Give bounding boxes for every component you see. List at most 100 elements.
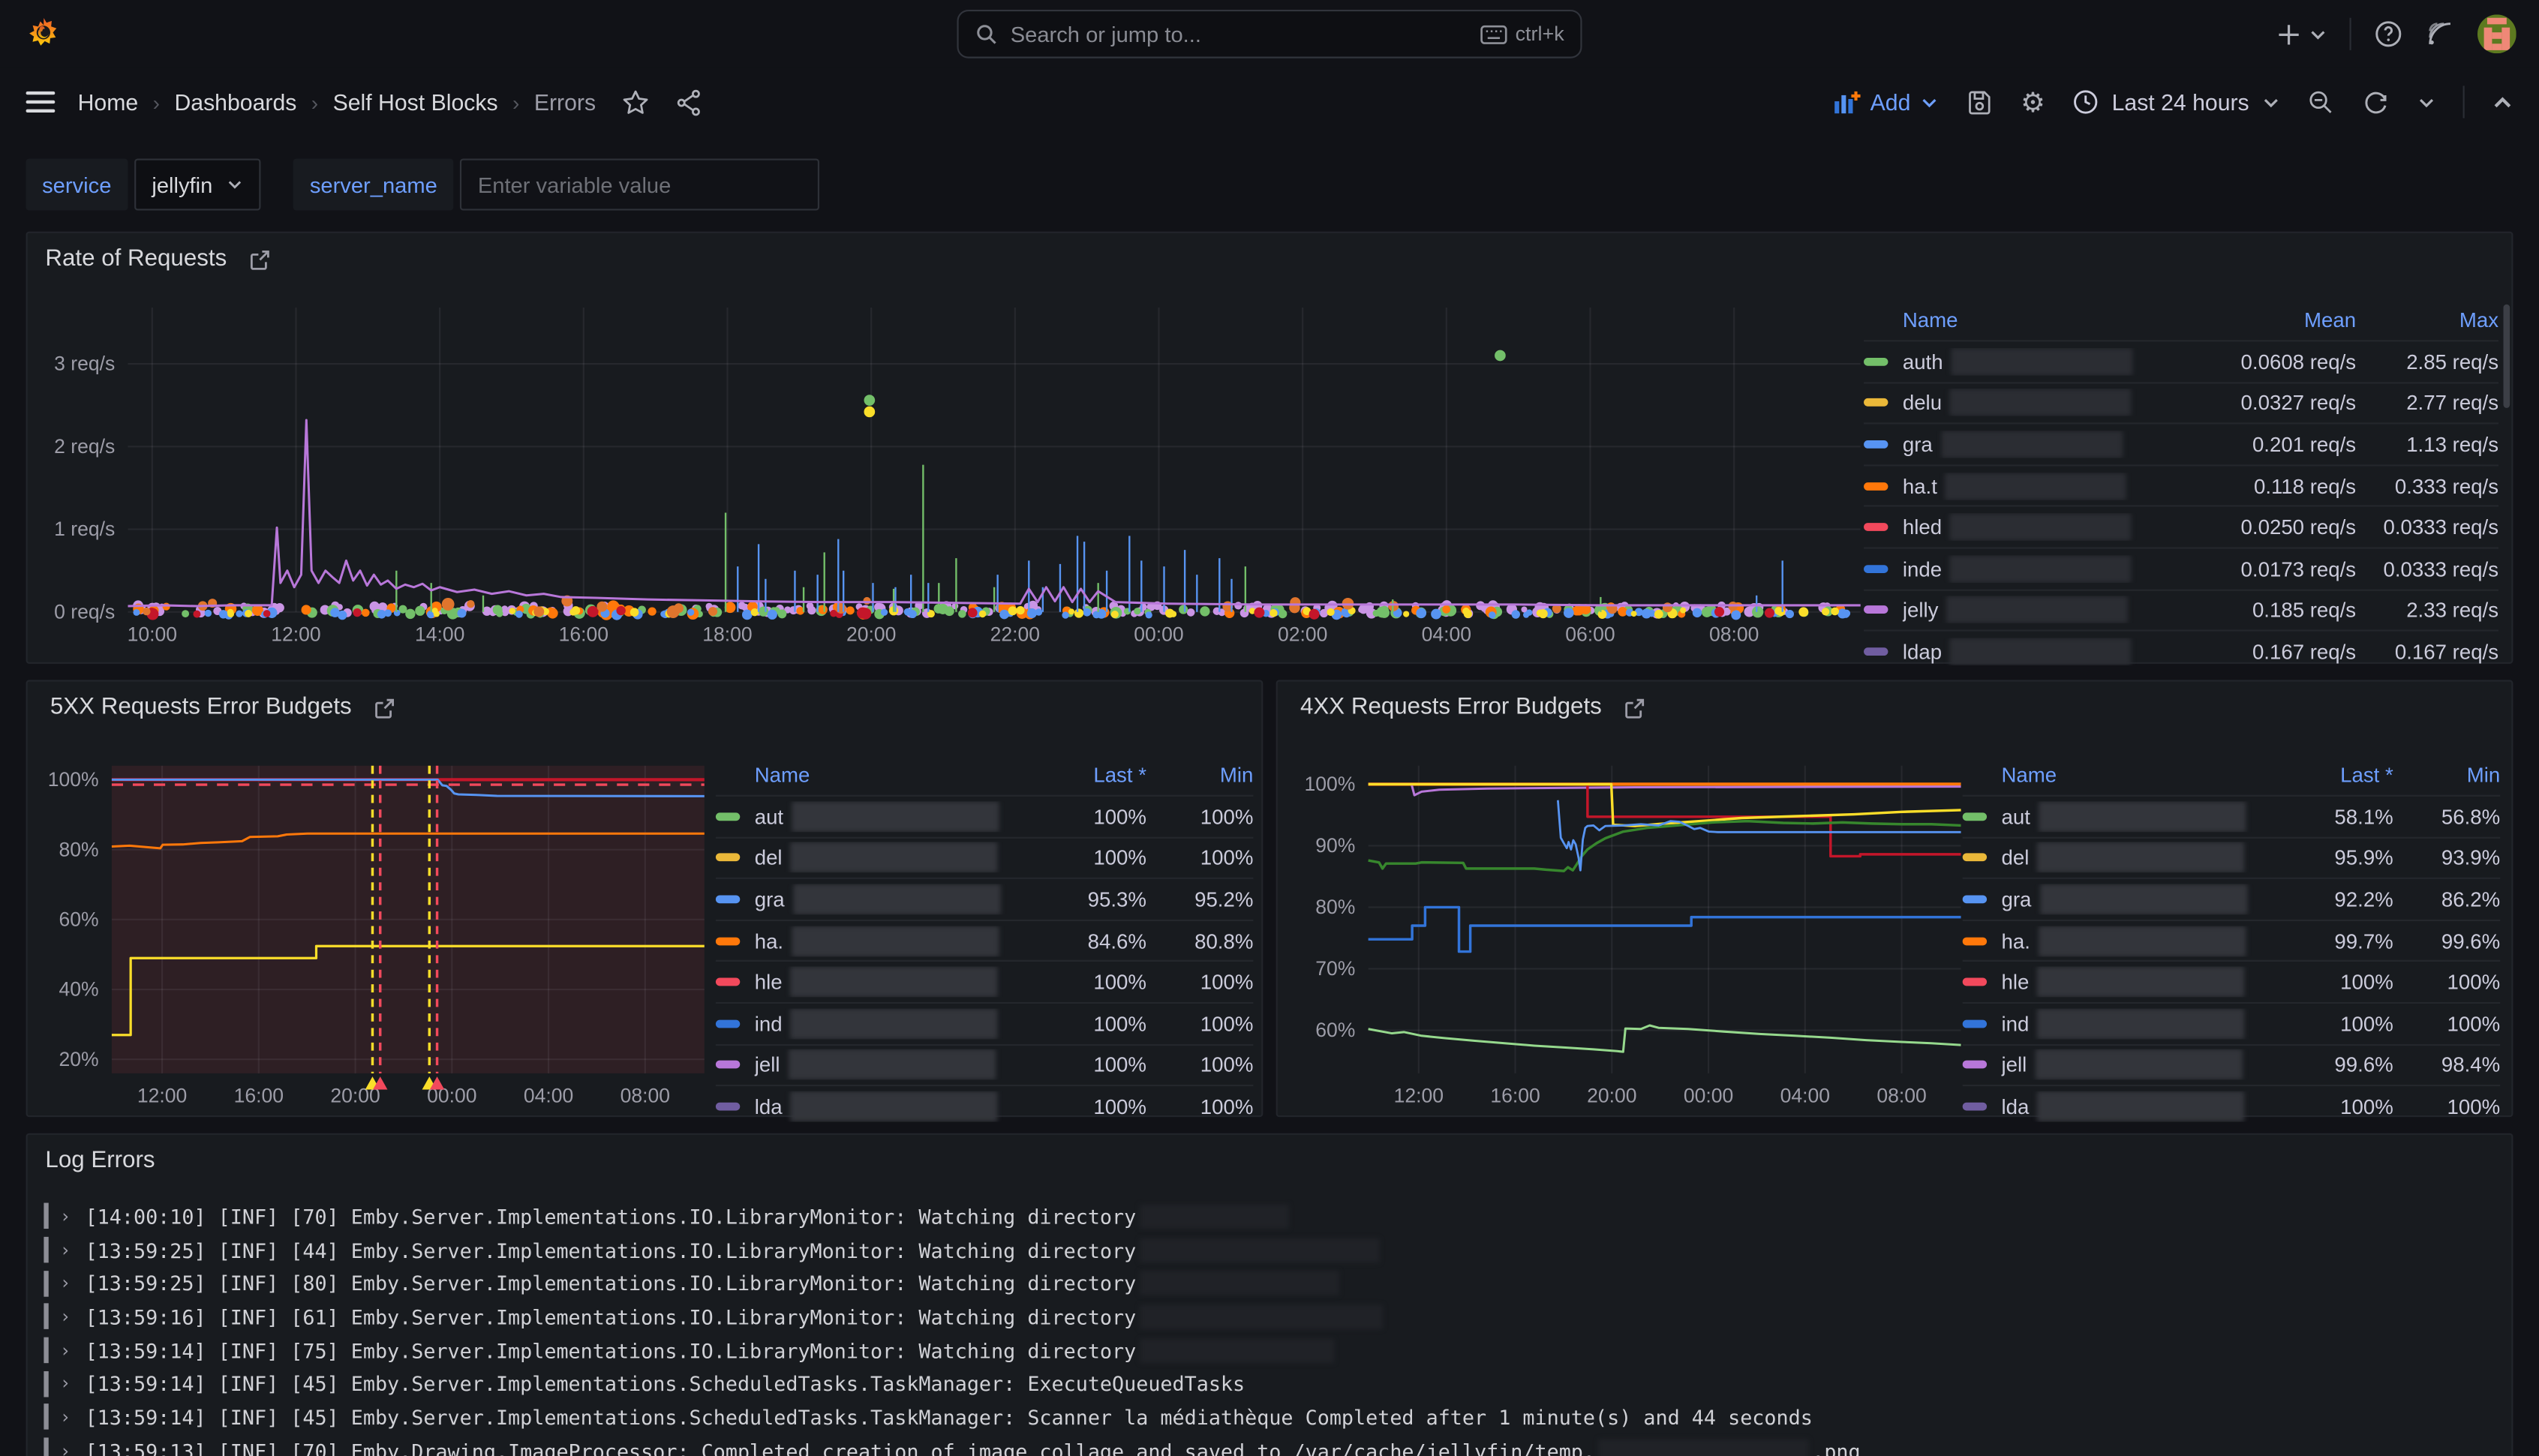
- log-line[interactable]: ›[14:00:10] [INF] [70] Emby.Server.Imple…: [44, 1199, 2495, 1233]
- share-icon[interactable]: [675, 89, 703, 116]
- series-name[interactable]: jell: [755, 1049, 1030, 1080]
- redacted-text: [2037, 967, 2244, 998]
- mega-menu-icon[interactable]: [26, 91, 56, 113]
- series-name[interactable]: gra: [1903, 431, 2194, 458]
- series-name[interactable]: ha.: [2001, 926, 2276, 956]
- external-link-icon[interactable]: [1624, 697, 1645, 718]
- legend-header-min[interactable]: Min: [2393, 761, 2500, 785]
- expand-chevron-icon[interactable]: ›: [60, 1239, 71, 1260]
- redacted-text: [792, 801, 999, 832]
- zoom-out-icon[interactable]: [2307, 89, 2335, 116]
- series-name[interactable]: aut: [2001, 801, 2276, 832]
- panel-title[interactable]: 5XX Requests Error Budgets: [50, 695, 352, 721]
- expand-chevron-icon[interactable]: ›: [60, 1306, 71, 1327]
- series-name[interactable]: del: [755, 842, 1030, 873]
- favorite-star-icon[interactable]: [622, 89, 650, 116]
- breadcrumb-home[interactable]: Home: [78, 89, 139, 116]
- series-name[interactable]: delu: [1903, 389, 2194, 417]
- add-panel-button[interactable]: Add: [1833, 89, 1938, 116]
- log-line[interactable]: ›[13:59:25] [INF] [80] Emby.Server.Imple…: [44, 1266, 2495, 1300]
- 4xx-error-budget-chart[interactable]: 60%70%80%90%100%12:0016:0020:0000:0004:0…: [1294, 740, 1973, 1128]
- series-name[interactable]: ha.t: [1903, 472, 2194, 500]
- refresh-icon[interactable]: [2363, 89, 2390, 116]
- series-name[interactable]: gra: [2001, 884, 2276, 914]
- series-name[interactable]: jelly: [1903, 596, 2194, 624]
- legend-scrollbar[interactable]: [2504, 305, 2510, 408]
- series-color-pill: [716, 937, 740, 945]
- service-variable-select[interactable]: jellyfin: [134, 158, 261, 210]
- series-name[interactable]: inde: [1903, 555, 2194, 583]
- expand-chevron-icon[interactable]: ›: [60, 1205, 71, 1226]
- series-name[interactable]: ha.: [755, 926, 1030, 956]
- panel-title[interactable]: Rate of Requests: [45, 246, 227, 272]
- legend-header-last[interactable]: Last *: [2276, 761, 2393, 785]
- log-line[interactable]: ›[13:59:14] [INF] [75] Emby.Server.Imple…: [44, 1334, 2495, 1367]
- log-line[interactable]: ›[13:59:16] [INF] [61] Emby.Server.Imple…: [44, 1300, 2495, 1334]
- breadcrumb-folder[interactable]: Self Host Blocks: [333, 89, 498, 116]
- log-line[interactable]: ›[13:59:13] [INF] [70] Emby.Drawing.Imag…: [44, 1434, 2495, 1456]
- divider: [2349, 18, 2351, 50]
- legend-row: lda100%100%: [716, 1085, 1254, 1126]
- log-line[interactable]: ›[13:59:14] [INF] [45] Emby.Server.Imple…: [44, 1400, 2495, 1434]
- log-list[interactable]: ›[14:00:10] [INF] [70] Emby.Server.Imple…: [44, 1199, 2495, 1456]
- refresh-interval-chevron[interactable]: [2417, 93, 2435, 111]
- help-icon[interactable]: [2374, 20, 2403, 49]
- server-name-variable-input[interactable]: Enter variable value: [460, 158, 819, 210]
- series-name[interactable]: aut: [755, 801, 1030, 832]
- series-name[interactable]: hle: [2001, 967, 2276, 998]
- external-link-icon[interactable]: [249, 248, 270, 269]
- dashboard-settings-icon[interactable]: ⚙: [2021, 89, 2045, 116]
- legend-header-mean[interactable]: Mean: [2194, 307, 2356, 331]
- expand-chevron-icon[interactable]: ›: [60, 1406, 71, 1427]
- rate-of-requests-chart[interactable]: 0 req/s1 req/s2 req/s3 req/s10:0012:0014…: [34, 295, 1879, 692]
- time-range-picker[interactable]: Last 24 hours: [2073, 89, 2280, 116]
- series-name[interactable]: lda: [2001, 1091, 2276, 1122]
- redacted-text: [1950, 638, 2132, 665]
- log-line[interactable]: ›[13:59:25] [INF] [44] Emby.Server.Imple…: [44, 1233, 2495, 1267]
- user-avatar[interactable]: [2477, 14, 2516, 53]
- svg-text:16:00: 16:00: [1490, 1085, 1540, 1107]
- panel-title[interactable]: Log Errors: [45, 1148, 155, 1174]
- top-nav-right: [2276, 0, 2516, 68]
- series-name[interactable]: ldap: [1903, 638, 2194, 665]
- panel-title[interactable]: 4XX Requests Error Budgets: [1300, 695, 1602, 721]
- 5xx-error-budget-chart[interactable]: 20%40%60%80%100%12:0016:0020:0000:0004:0…: [38, 740, 717, 1128]
- legend-header-max[interactable]: Max: [2356, 307, 2498, 331]
- search-input[interactable]: Search or jump to... ctrl+k: [957, 10, 1582, 59]
- new-button[interactable]: [2276, 22, 2327, 46]
- series-name[interactable]: hle: [755, 967, 1030, 998]
- breadcrumb-dashboards[interactable]: Dashboards: [174, 89, 296, 116]
- svg-text:16:00: 16:00: [234, 1085, 284, 1107]
- dashboard-toolbar: Home › Dashboards › Self Host Blocks › E…: [0, 68, 2539, 137]
- series-color-pill: [1864, 358, 1888, 366]
- legend-row: jell99.6%98.4%: [1963, 1043, 2501, 1085]
- log-line[interactable]: ›[13:59:14] [INF] [45] Emby.Server.Imple…: [44, 1367, 2495, 1400]
- svg-text:16:00: 16:00: [559, 623, 608, 646]
- expand-chevron-icon[interactable]: ›: [60, 1273, 71, 1294]
- series-name[interactable]: lda: [755, 1091, 1030, 1122]
- redacted-text: [788, 1049, 995, 1080]
- series-name[interactable]: hled: [1903, 514, 2194, 542]
- legend-header-name[interactable]: Name: [1903, 307, 2194, 331]
- legend-header-last[interactable]: Last *: [1030, 761, 1146, 785]
- series-name[interactable]: jell: [2001, 1049, 2276, 1080]
- series-name[interactable]: auth: [1903, 348, 2194, 376]
- series-name[interactable]: ind: [755, 1008, 1030, 1039]
- series-name[interactable]: del: [2001, 842, 2276, 873]
- legend-header-name[interactable]: Name: [755, 761, 1030, 785]
- log-level-bar: [44, 1438, 48, 1456]
- legend-header-name[interactable]: Name: [2001, 761, 2276, 785]
- save-dashboard-button[interactable]: [1966, 89, 1994, 116]
- expand-chevron-icon[interactable]: ›: [60, 1340, 71, 1361]
- series-name[interactable]: ind: [2001, 1008, 2276, 1039]
- news-icon[interactable]: [2426, 20, 2455, 49]
- external-link-icon[interactable]: [374, 697, 395, 718]
- svg-text:12:00: 12:00: [1394, 1085, 1444, 1107]
- expand-chevron-icon[interactable]: ›: [60, 1373, 71, 1394]
- legend-header-min[interactable]: Min: [1146, 761, 1253, 785]
- series-name[interactable]: gra: [755, 884, 1030, 914]
- expand-chevron-icon[interactable]: ›: [60, 1440, 71, 1456]
- grafana-logo[interactable]: [26, 17, 62, 52]
- series-color-pill: [1864, 606, 1888, 614]
- collapse-toolbar-icon[interactable]: [2492, 92, 2513, 113]
